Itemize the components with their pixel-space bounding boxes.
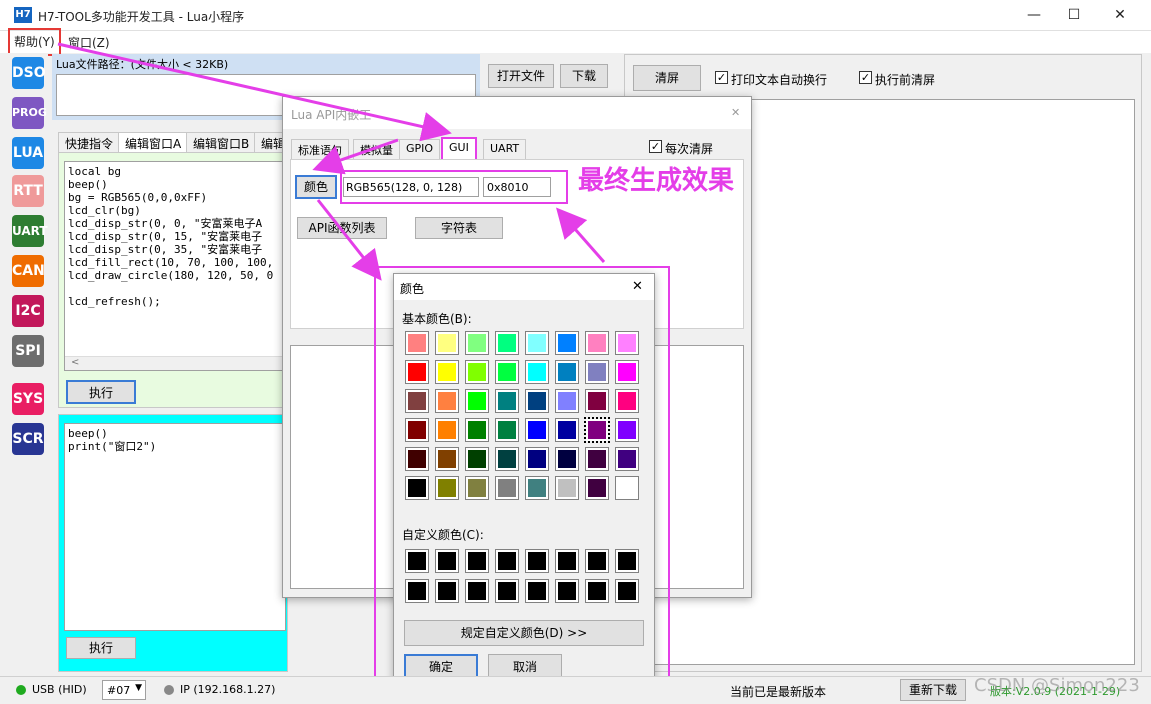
chevron-down-icon: ▼ [135,683,142,693]
reload-button[interactable]: 重新下载 [900,679,966,701]
port-value: #07 [107,684,131,697]
ip-status-label: IP (192.168.1.27) [180,683,276,696]
status-bar: USB (HID) #07 ▼ IP (192.168.1.27) 当前已是最新版… [0,675,1151,704]
arrow-menu-to-gui [57,42,452,142]
port-select[interactable]: #07 ▼ [102,680,146,700]
watermark: CSDN @Simon223 [974,675,1140,696]
arrow-dialog-to-result [556,207,606,263]
usb-status-icon [16,685,26,695]
update-status-label: 当前已是最新版本 [730,685,827,699]
usb-status-label: USB (HID) [32,683,87,696]
annotation-arrows [57,42,606,281]
ip-status-icon [164,685,174,695]
arrow-gui-to-color [312,138,399,175]
arrow-color-to-dialog [316,199,382,281]
